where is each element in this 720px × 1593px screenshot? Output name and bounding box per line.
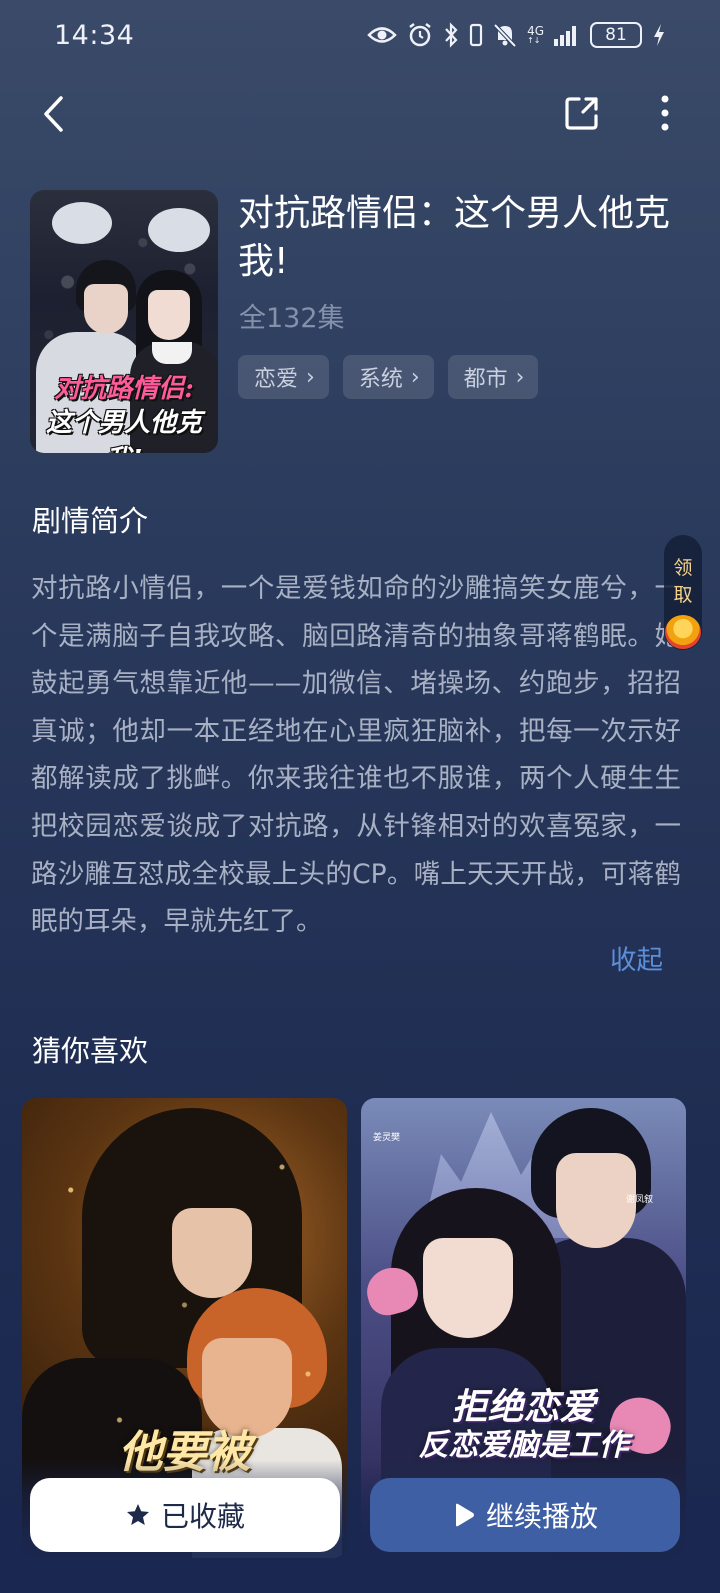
- coin-pot-icon: [665, 615, 701, 649]
- synopsis-heading: 剧情简介: [32, 504, 149, 538]
- thought-bubble: [52, 202, 112, 244]
- alarm-icon: [409, 23, 431, 47]
- more-icon[interactable]: [650, 92, 680, 136]
- tag-romance[interactable]: 恋爱 ›: [238, 355, 329, 399]
- tag-urban[interactable]: 都市 ›: [447, 355, 539, 399]
- mute-icon: [493, 23, 517, 48]
- episode-count: 全132集: [239, 303, 345, 334]
- tag-label: 系统: [358, 367, 403, 392]
- cover-figure-girl-face: [423, 1238, 513, 1338]
- eye-icon: [367, 27, 397, 43]
- status-bar: 14:34 4G ↑↓ 81: [0, 0, 720, 70]
- tag-system[interactable]: 系统 ›: [342, 355, 434, 399]
- chevron-right-icon: ›: [515, 364, 525, 390]
- recommend-heading: 猜你喜欢: [32, 1034, 149, 1068]
- battery-level: 81: [605, 25, 627, 45]
- genre-tags: 恋爱 › 系统 › 都市 ›: [238, 355, 539, 399]
- share-icon[interactable]: [561, 92, 603, 134]
- cover-figure-girl-collar: [152, 342, 192, 364]
- collect-button[interactable]: 已收藏: [30, 1478, 340, 1552]
- play-icon: [455, 1503, 474, 1527]
- play-label: 继续播放: [485, 1500, 598, 1533]
- cover-title-line2: 这个男人他克我!: [45, 408, 202, 453]
- charging-icon: [654, 24, 664, 46]
- network-indicator: 4G ↑↓: [527, 24, 544, 45]
- cover-figure-boy-face: [84, 284, 128, 334]
- top-nav: [0, 80, 720, 146]
- chevron-right-icon: ›: [410, 364, 420, 390]
- character-name-left: 姜灵樊: [373, 1133, 401, 1143]
- recommend-cover-subtitle: 反恋爱脑是工作: [418, 1428, 629, 1463]
- continue-play-button[interactable]: 继续播放: [370, 1478, 680, 1552]
- character-name-right: 谢凤叙: [626, 1195, 654, 1205]
- drama-title: 对抗路情侣：这个男人他克我!: [238, 193, 671, 282]
- drama-cover[interactable]: 对抗路情侣: 这个男人他克我!: [30, 190, 218, 453]
- battery-icon: 81: [590, 22, 642, 48]
- collect-label: 已收藏: [160, 1500, 245, 1533]
- collapse-button[interactable]: 收起: [610, 938, 663, 977]
- status-icons: 4G ↑↓ 81: [367, 22, 666, 48]
- reward-float-button[interactable]: 领取: [664, 535, 702, 650]
- cover-title-line1: 对抗路情侣:: [54, 374, 194, 404]
- tag-label: 恋爱: [254, 367, 299, 392]
- signal-icon: [554, 26, 576, 46]
- thought-bubble: [148, 208, 210, 252]
- star-icon: [126, 1504, 149, 1525]
- status-time: 14:34: [54, 19, 135, 51]
- bluetooth-icon: [445, 22, 458, 48]
- vibrate-icon: [469, 23, 483, 47]
- synopsis-text: 对抗路小情侣，一个是爱钱如命的沙雕搞笑女鹿兮，一个是满脑子自我攻略、脑回路清奇的…: [31, 573, 681, 938]
- back-arrow-icon[interactable]: [34, 92, 74, 136]
- cover-figure-girl-face: [148, 290, 190, 340]
- reward-label: 领取: [673, 557, 693, 606]
- cover-figure-boy-face: [556, 1153, 636, 1248]
- tag-label: 都市: [463, 367, 508, 392]
- chevron-right-icon: ›: [306, 364, 315, 390]
